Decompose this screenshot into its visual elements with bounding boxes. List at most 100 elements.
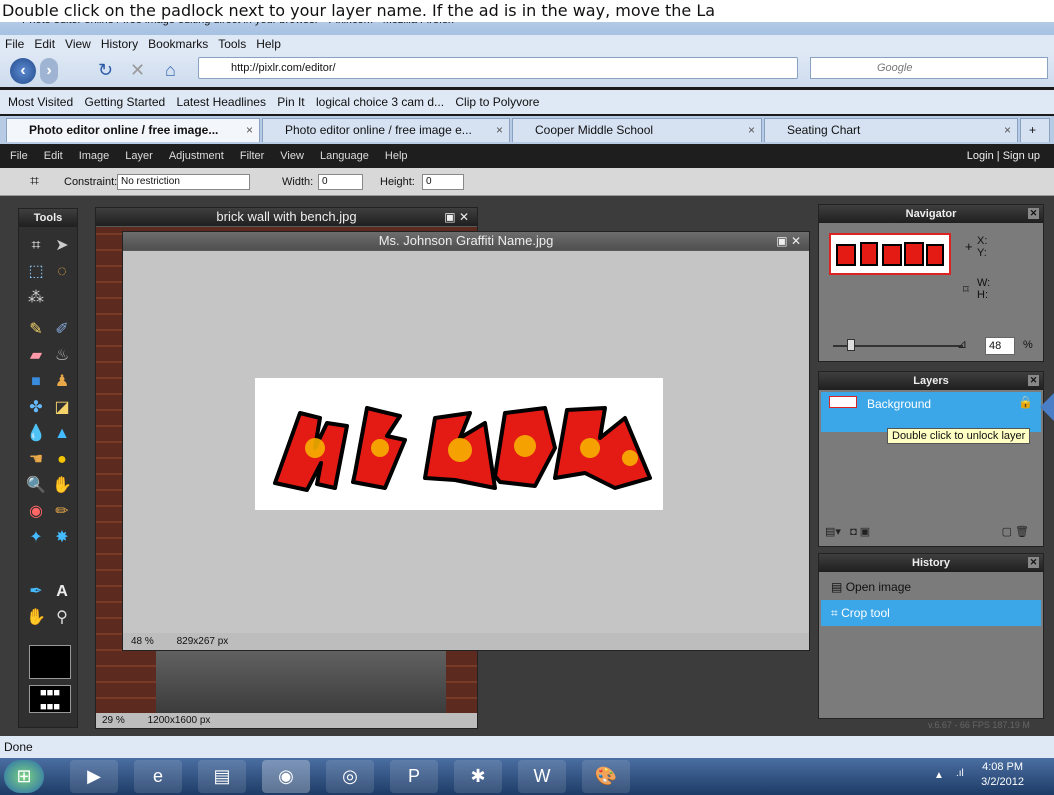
bookmark-item[interactable]: Clip to Polyvore (455, 95, 539, 109)
zoom-slider-handle[interactable] (847, 339, 855, 351)
paint-icon[interactable]: 🎨 (582, 760, 630, 793)
layer-actions-right[interactable]: ▢ 🗑 (1002, 525, 1029, 538)
tab-close-icon[interactable]: × (748, 119, 755, 141)
tab-close-icon[interactable]: × (496, 119, 503, 141)
start-button-icon[interactable]: ⊞ (4, 760, 44, 793)
pinch-tool-icon[interactable]: ✸ (51, 527, 73, 549)
history-item-open-image[interactable]: ▤ Open image (821, 574, 1041, 600)
file-explorer-icon[interactable]: ▤ (198, 760, 246, 793)
menu-edit[interactable]: Edit (29, 35, 60, 53)
app-menu-help[interactable]: Help (385, 144, 408, 168)
powerpoint-icon[interactable]: P (390, 760, 438, 793)
history-item-crop-tool[interactable]: ⌗ Crop tool (821, 600, 1041, 626)
pencil-tool-icon[interactable]: ✎ (25, 319, 47, 341)
marquee-tool-icon[interactable]: ⬚ (25, 261, 47, 283)
bookmark-item[interactable]: logical choice 3 cam d... (316, 95, 444, 109)
menu-bookmarks[interactable]: Bookmarks (143, 35, 213, 53)
app-menu-edit[interactable]: Edit (44, 144, 63, 168)
hand-tool-icon[interactable]: ✋ (25, 607, 47, 629)
window-controls-icon[interactable]: ▣ ✕ (444, 208, 469, 226)
menu-file[interactable]: File (0, 35, 29, 53)
app-menu-file[interactable]: File (10, 144, 28, 168)
gradient-tool-icon[interactable]: ■ (25, 371, 47, 393)
height-input[interactable]: 0 (422, 174, 464, 190)
move-tool-icon[interactable]: ➤ (51, 235, 73, 257)
wand-tool-icon[interactable]: ⁂ (25, 287, 47, 309)
zoom-input[interactable]: 48 (985, 337, 1015, 355)
reload-icon[interactable]: ↻ (98, 60, 113, 81)
login-link[interactable]: Login (967, 144, 994, 168)
app-menu-image[interactable]: Image (79, 144, 110, 168)
tray-arrow-icon[interactable]: ▲ (934, 770, 944, 781)
forward-icon[interactable]: › (40, 58, 58, 84)
menu-tools[interactable]: Tools (213, 35, 251, 53)
color-picker-tool-icon[interactable]: ✒ (25, 581, 47, 603)
zoom-tool-icon[interactable]: ⚲ (51, 607, 73, 629)
padlock-icon[interactable]: 🔒 (1018, 395, 1033, 409)
app-menu-view[interactable]: View (280, 144, 304, 168)
close-icon[interactable]: ✕ (1028, 375, 1039, 386)
shape-tool-icon[interactable]: ◪ (51, 397, 73, 419)
close-icon[interactable]: ✕ (1028, 208, 1039, 219)
crop-tool-icon[interactable]: ⌗ (25, 235, 47, 257)
graffiti-image-window[interactable]: Ms. Johnson Graffiti Name.jpg ▣ ✕ 48 % 82… (122, 231, 810, 651)
window-controls-icon[interactable]: ▣ ✕ (776, 232, 801, 250)
spot-heal-tool-icon[interactable]: ✏ (51, 501, 73, 523)
bookmark-item[interactable]: Getting Started (84, 95, 165, 109)
graffiti-zoom[interactable]: 48 (131, 636, 142, 647)
tab-seating-chart[interactable]: Seating Chart × (764, 118, 1018, 142)
type-tool-icon[interactable]: A (51, 581, 73, 603)
close-icon[interactable]: ✕ (1028, 557, 1039, 568)
sponge-tool-icon[interactable]: ● (51, 449, 73, 471)
url-bar[interactable]: http://pixlr.com/editor/ (198, 57, 798, 79)
clock[interactable]: 4:08 PM 3/2/2012 (981, 760, 1024, 790)
tab-photo-editor-2[interactable]: Photo editor online / free image e... × (262, 118, 510, 142)
layer-actions-left[interactable]: ▤▾ ◘ ▣ (825, 525, 870, 538)
stamp-tool-icon[interactable]: ♟ (51, 371, 73, 393)
bookmark-item[interactable]: Latest Headlines (177, 95, 266, 109)
bucket-tool-icon[interactable]: ♨ (51, 345, 73, 367)
dodge-tool-icon[interactable]: 🔍 (25, 475, 47, 497)
blur-tool-icon[interactable]: 💧 (25, 423, 47, 445)
back-icon[interactable]: ‹ (10, 58, 36, 84)
bookmark-item[interactable]: Most Visited (8, 95, 73, 109)
tab-close-icon[interactable]: × (1004, 119, 1011, 141)
grid-view-icon[interactable]: ■■■ ■■■ (29, 685, 71, 713)
menu-help[interactable]: Help (251, 35, 286, 53)
tab-photo-editor-1[interactable]: Photo editor online / free image... × (6, 118, 260, 142)
signup-link[interactable]: Sign up (1003, 144, 1040, 168)
new-tab-button[interactable]: + (1020, 118, 1050, 142)
red-eye-tool-icon[interactable]: ◉ (25, 501, 47, 523)
browser-icon[interactable]: ◎ (326, 760, 374, 793)
foreground-color-swatch[interactable] (29, 645, 71, 679)
media-player-icon[interactable]: ▶ (70, 760, 118, 793)
smart-board-icon[interactable]: ✱ (454, 760, 502, 793)
app-menu-filter[interactable]: Filter (240, 144, 264, 168)
layer-row-background[interactable]: Background 🔒 (821, 392, 1041, 432)
home-icon[interactable]: ⌂ (165, 60, 176, 81)
zoom-in-icon[interactable]: ⊿ (957, 337, 967, 351)
graffiti-canvas[interactable] (123, 251, 809, 633)
stop-icon[interactable]: ✕ (130, 60, 145, 81)
firefox-icon[interactable]: ◉ (262, 760, 310, 793)
app-menu-adjustment[interactable]: Adjustment (169, 144, 224, 168)
burn-tool-icon[interactable]: ✋ (51, 475, 73, 497)
lasso-tool-icon[interactable]: ◌ (51, 261, 73, 283)
constraint-select[interactable]: No restriction (117, 174, 250, 190)
sharpen-tool-icon[interactable]: ▲ (51, 423, 73, 445)
tab-close-icon[interactable]: × (246, 119, 253, 141)
bookmark-item[interactable]: Pin It (277, 95, 304, 109)
menu-view[interactable]: View (60, 35, 96, 53)
internet-explorer-icon[interactable]: e (134, 760, 182, 793)
brush-tool-icon[interactable]: ✐ (51, 319, 73, 341)
word-icon[interactable]: W (518, 760, 566, 793)
bloat-tool-icon[interactable]: ✦ (25, 527, 47, 549)
menu-history[interactable]: History (96, 35, 143, 53)
search-input[interactable]: Google (810, 57, 1048, 79)
drawing-tool-icon[interactable]: ✤ (25, 397, 47, 419)
app-menu-language[interactable]: Language (320, 144, 369, 168)
width-input[interactable]: 0 (318, 174, 363, 190)
brick-zoom[interactable]: 29 (102, 715, 113, 726)
navigator-thumbnail[interactable] (829, 233, 951, 275)
app-menu-layer[interactable]: Layer (125, 144, 153, 168)
